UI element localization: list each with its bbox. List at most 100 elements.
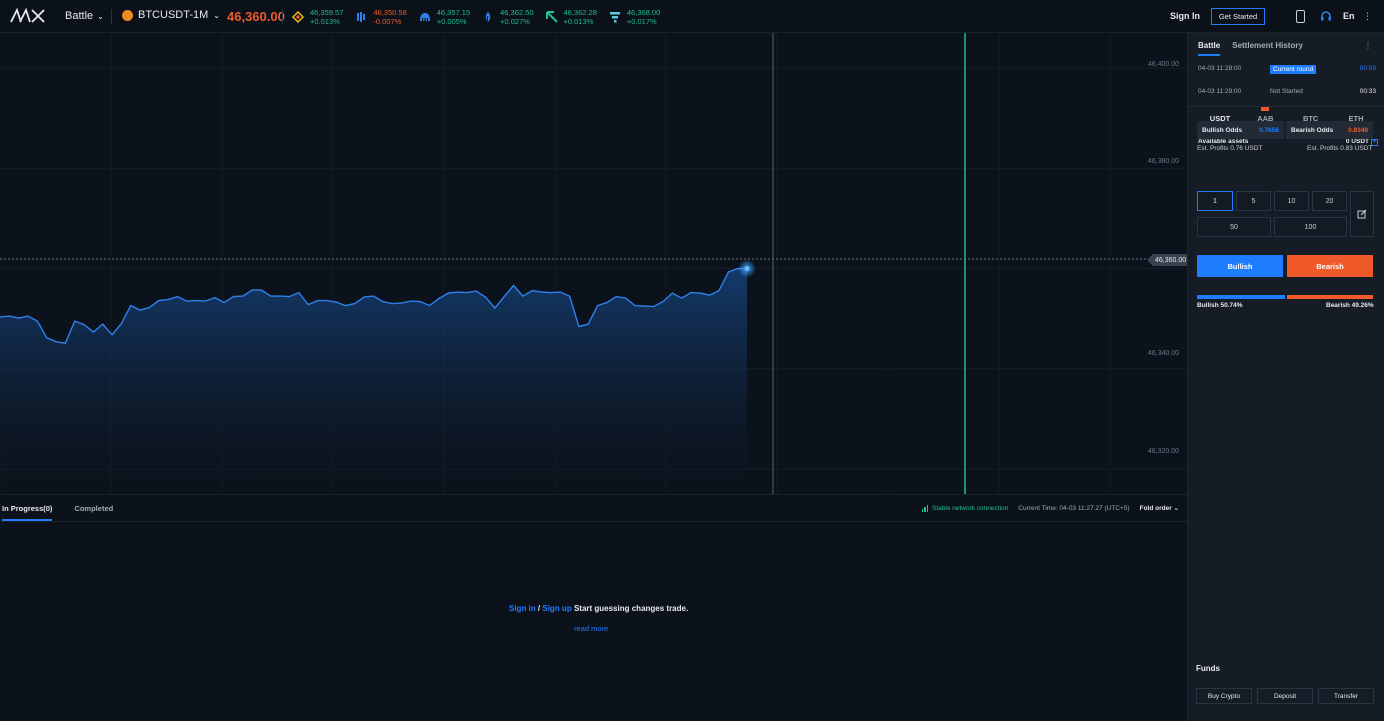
round-time: 04-03 11:28:00 xyxy=(1198,65,1242,72)
amount-option[interactable]: 20 xyxy=(1312,191,1347,211)
amount-option[interactable]: 10 xyxy=(1274,191,1309,211)
chevron-down-icon: ⌄ xyxy=(1173,505,1179,512)
bearish-ratio-bar xyxy=(1287,295,1373,299)
sign-in-link[interactable]: Sign in xyxy=(509,604,536,613)
tabs-divider xyxy=(0,521,1187,522)
ticker-price: 46,368.00 xyxy=(626,8,661,17)
panel-tabs: Battle Settlement History xyxy=(1198,41,1303,56)
ticker-price: 46,357.15 xyxy=(436,8,471,17)
exchange-tickers: 46,359.57 +0.013% 46,350.58 -0.007% 46,357… xyxy=(292,6,660,28)
amount-option[interactable]: 50 xyxy=(1197,217,1271,237)
top-bar: Battle ⌄ BTCUSDT-1M ⌄ 46,360.00 46,359.5… xyxy=(0,0,1384,33)
bearish-odds-label: Bearish Odds xyxy=(1291,126,1334,134)
bearish-odds-value: 0.8348 xyxy=(1348,126,1368,134)
bullish-ratio-bar xyxy=(1197,295,1285,299)
est-profit-bullish: Est. Profits 0.76 USDT xyxy=(1197,145,1263,152)
language-selector[interactable]: En xyxy=(1343,11,1355,21)
get-started-button[interactable]: Get Started xyxy=(1211,8,1265,25)
fold-order-toggle[interactable]: Fold order ⌄ xyxy=(1140,504,1179,512)
round-countdown: 00:33 xyxy=(1359,88,1376,95)
chevron-down-icon: ⌄ xyxy=(213,10,220,20)
battle-menu[interactable]: Battle ⌄ xyxy=(65,10,104,22)
signal-bars-icon xyxy=(921,504,928,512)
y-axis-label: 46,400.00 xyxy=(1147,61,1179,68)
ticker-change: +0.013% xyxy=(310,17,340,26)
tab-battle[interactable]: Battle xyxy=(1198,41,1221,56)
bitfinex-icon xyxy=(357,12,366,22)
sign-up-link[interactable]: Sign up xyxy=(542,604,571,613)
huobi-icon xyxy=(485,12,491,22)
orders-tabs: In Progress(0) Completed xyxy=(2,495,113,521)
buy-crypto-button[interactable]: Buy Crypto xyxy=(1196,688,1252,704)
ticker-bitfinex[interactable]: 46,350.58 -0.007% xyxy=(355,6,407,28)
current-time: Current Time: 04-03 11:27:27 (UTC+5) xyxy=(1018,504,1130,512)
separator: / xyxy=(537,604,541,613)
round-countdown: 00:03 xyxy=(1359,65,1376,72)
price-chart[interactable]: 46,400.00 46,380.00 46,340.00 46,320.00 … xyxy=(0,33,1187,494)
available-assets-value: 0 USDT xyxy=(1345,138,1369,145)
round-row-next[interactable]: 04-03 11:29:00 Not Started 00:33 xyxy=(1198,88,1376,95)
bearish-button[interactable]: Bearish xyxy=(1287,255,1373,277)
more-vertical-icon[interactable]: ⋮ xyxy=(1364,41,1372,50)
last-price: 46,360.00 xyxy=(227,9,285,24)
new-badge xyxy=(1261,107,1270,111)
network-status-label: Stable network connection xyxy=(932,504,1009,512)
ticker-price: 46,359.57 xyxy=(310,8,344,17)
bullish-ratio-label: Bullish 50.74% xyxy=(1197,302,1243,309)
read-more-link[interactable]: read more xyxy=(574,624,608,633)
tab-completed[interactable]: Completed xyxy=(74,495,113,521)
aax-logo[interactable] xyxy=(10,8,50,24)
support-headset-icon[interactable] xyxy=(1320,10,1332,22)
amount-option[interactable]: 5 xyxy=(1236,191,1271,211)
round-status: Current round xyxy=(1270,65,1317,74)
ticker-kraken[interactable]: 46,357.15 +0.005% xyxy=(419,6,470,28)
est-profit-bearish: Est. Profits 0.83 USDT xyxy=(1307,145,1373,152)
tab-in-progress[interactable]: In Progress(0) xyxy=(2,495,53,521)
bullish-odds-label: Bullish Odds xyxy=(1202,126,1243,134)
battle-menu-label: Battle xyxy=(65,10,94,22)
more-vertical-icon[interactable]: ⋮ xyxy=(1363,11,1372,22)
amount-option[interactable]: 1 xyxy=(1197,191,1233,211)
ticker-price: 46,362.28 xyxy=(563,8,597,17)
y-axis-label: 46,340.00 xyxy=(1147,350,1179,357)
custom-amount-button[interactable] xyxy=(1350,191,1374,237)
chevron-down-icon: ⌄ xyxy=(97,11,104,21)
sign-in-link[interactable]: Sign In xyxy=(1170,11,1200,21)
chart-canvas xyxy=(0,33,1187,494)
ticker-huobi[interactable]: 46,362.50 +0.027% xyxy=(482,6,534,28)
kraken-icon xyxy=(419,13,430,22)
network-status: Stable network connection xyxy=(921,504,1009,512)
amount-option[interactable]: 100 xyxy=(1274,217,1347,237)
ticker-change: +0.017% xyxy=(626,17,657,26)
bullish-odds-value: 0.7656 xyxy=(1259,126,1279,134)
round-time: 04-03 11:29:00 xyxy=(1198,88,1242,95)
ticker-change: +0.005% xyxy=(436,17,467,26)
tab-settlement-history[interactable]: Settlement History xyxy=(1232,41,1303,56)
mobile-app-icon[interactable] xyxy=(1296,10,1305,23)
ticker-change: +0.013% xyxy=(563,17,594,26)
pair-selector[interactable]: BTCUSDT-1M ⌄ xyxy=(122,9,220,21)
divider xyxy=(282,9,283,24)
ticker-change: -0.007% xyxy=(373,17,402,26)
ftx-icon xyxy=(609,12,620,23)
bearish-ratio-label: Bearish 49.26% xyxy=(1326,302,1374,309)
edit-icon xyxy=(1357,209,1367,219)
current-price-dot xyxy=(744,266,750,272)
ticker-binance[interactable]: 46,359.57 +0.013% xyxy=(292,6,343,28)
empty-state-message: Sign in / Sign up Start guessing changes… xyxy=(509,604,688,613)
ticker-price: 46,362.50 xyxy=(500,8,534,17)
round-status: Not Started xyxy=(1270,88,1303,95)
round-row-current[interactable]: 04-03 11:28:00 Current round 00:03 xyxy=(1198,65,1376,74)
empty-state-text: Start guessing changes trade. xyxy=(573,604,689,613)
transfer-button[interactable]: Transfer xyxy=(1318,688,1374,704)
y-axis-label: 46,380.00 xyxy=(1147,158,1179,165)
ticker-kucoin[interactable]: 46,362.28 +0.013% xyxy=(545,6,597,28)
bullish-button[interactable]: Bullish xyxy=(1197,255,1283,277)
ticker-change: +0.027% xyxy=(500,17,530,26)
pair-label: BTCUSDT-1M xyxy=(138,9,209,21)
deposit-button[interactable]: Deposit xyxy=(1257,688,1313,704)
kucoin-icon xyxy=(545,11,558,23)
ticker-ftx[interactable]: 46,368.00 +0.017% xyxy=(609,6,660,28)
price-area xyxy=(0,268,747,494)
current-price-tag: 46,360.00 xyxy=(1147,254,1187,266)
